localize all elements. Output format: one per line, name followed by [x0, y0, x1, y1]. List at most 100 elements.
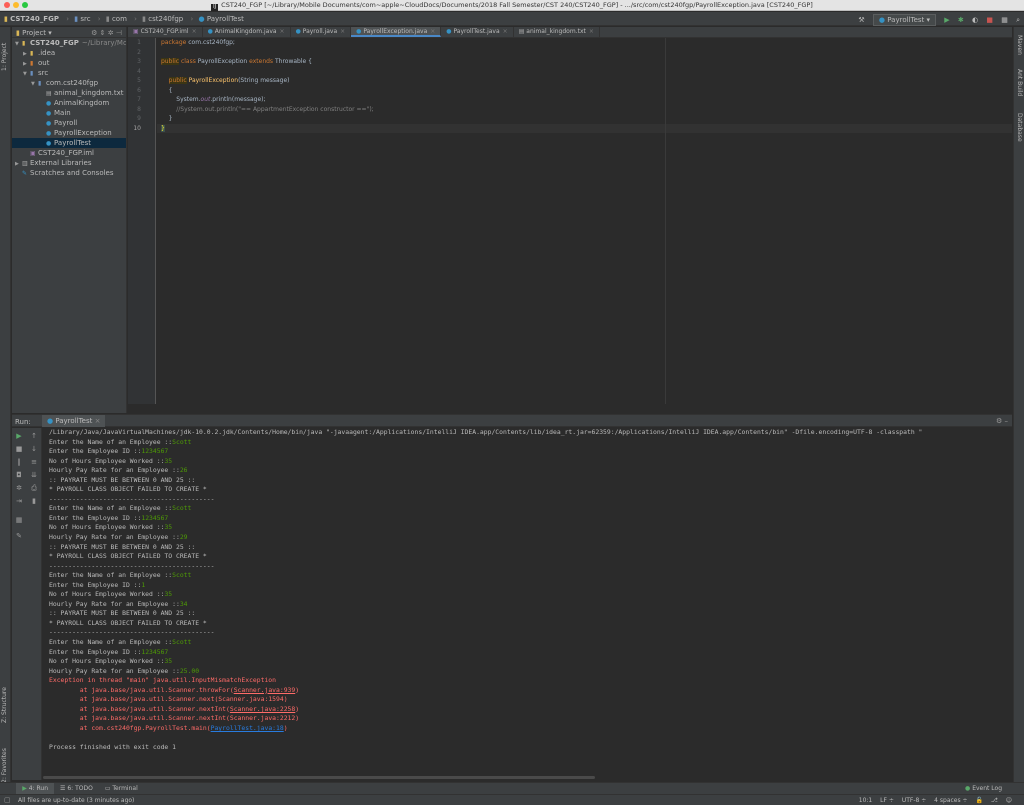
structure-tool-tab[interactable]: Z: Structure: [1, 683, 8, 723]
console-line: Hourly Pay Rate for an Employee ::34: [49, 599, 188, 608]
exit-icon[interactable]: ⇥: [14, 497, 24, 505]
editor-tab[interactable]: ● AnimalKingdom.java ×: [203, 27, 291, 37]
project-tree-item[interactable]: ▼ ▮ src: [12, 68, 126, 78]
editor-tab[interactable]: ▤ animal_kingdom.txt ×: [514, 27, 600, 37]
pin-icon[interactable]: ✎: [14, 532, 24, 540]
chevron-down-icon[interactable]: ▼: [31, 79, 38, 88]
indent-setting[interactable]: 4 spaces ÷: [934, 797, 967, 804]
rerun-icon[interactable]: ▶: [14, 432, 24, 440]
coverage-icon[interactable]: ◐: [972, 16, 978, 24]
run-console[interactable]: /Library/Java/JavaVirtualMachines/jdk-10…: [43, 428, 1012, 780]
close-icon[interactable]: ×: [430, 28, 435, 35]
project-tree-item[interactable]: ▶ ▮ out: [12, 58, 126, 68]
settings-icon[interactable]: ✲: [108, 29, 114, 37]
close-icon[interactable]: ×: [340, 28, 345, 35]
camera-icon[interactable]: ◘: [14, 471, 24, 479]
lock-icon[interactable]: 🔓: [975, 797, 982, 804]
editor-tab[interactable]: ● PayrollException.java ×: [351, 27, 442, 37]
line-number: 4: [137, 67, 141, 75]
chevron-right-icon: ›: [66, 15, 69, 23]
soft-wrap-icon[interactable]: ≡: [29, 458, 39, 466]
chevron-right-icon[interactable]: ▶: [15, 159, 22, 168]
build-hammer-icon[interactable]: ⚒: [858, 16, 864, 24]
console-horizontal-scrollbar[interactable]: [43, 776, 595, 779]
project-structure-icon[interactable]: ▦: [1001, 16, 1008, 24]
close-icon[interactable]: ×: [589, 28, 594, 35]
project-tree-item[interactable]: ● PayrollTest: [12, 138, 126, 148]
debug-icon[interactable]: ✱: [958, 16, 964, 24]
stack-trace-link[interactable]: Scanner.java:2258: [230, 705, 295, 713]
bottom-tab[interactable]: ▭ Terminal: [99, 783, 144, 794]
event-log-tab[interactable]: ● Event Log: [959, 783, 1008, 794]
project-tree-item[interactable]: ● PayrollException: [12, 128, 126, 138]
breadcrumb-com[interactable]: com: [112, 15, 127, 23]
editor-tab[interactable]: ● PayrollTest.java ×: [441, 27, 514, 37]
scroll-down-icon[interactable]: ↓: [29, 445, 39, 453]
chevron-right-icon[interactable]: ▶: [23, 59, 30, 68]
stack-trace-link[interactable]: PayrollTest.java:18: [211, 724, 284, 732]
gear-icon[interactable]: ⚙: [91, 29, 97, 37]
scroll-to-end-icon[interactable]: ⇊: [29, 471, 39, 479]
run-icon[interactable]: ▶: [944, 16, 949, 24]
settings-icon[interactable]: ✲: [14, 484, 24, 492]
caret-position[interactable]: 10:1: [859, 797, 872, 804]
project-tree-item[interactable]: ● Payroll: [12, 118, 126, 128]
project-tree-item[interactable]: ● AnimalKingdom: [12, 98, 126, 108]
close-icon[interactable]: ×: [503, 28, 508, 35]
project-view-select[interactable]: Project: [22, 29, 46, 37]
project-tree-item[interactable]: ▤ animal_kingdom.txt: [12, 88, 126, 98]
stop-icon[interactable]: ■: [14, 445, 24, 453]
close-icon[interactable]: ×: [192, 28, 197, 35]
tool-windows-icon[interactable]: ▢: [4, 796, 11, 804]
close-icon[interactable]: ×: [280, 28, 285, 35]
bottom-tab[interactable]: ▶ 4: Run: [16, 783, 55, 794]
breadcrumb-src[interactable]: src: [80, 15, 90, 23]
breadcrumb-project[interactable]: CST240_FGP: [10, 15, 59, 23]
favorites-tool-tab[interactable]: 2: Favorites: [1, 733, 8, 783]
chevron-down-icon[interactable]: ▾: [48, 29, 52, 37]
chevron-down-icon[interactable]: ▼: [15, 39, 22, 48]
stack-trace-link[interactable]: Scanner.java:939: [234, 686, 296, 694]
project-tree-item[interactable]: ✎ Scratches and Consoles: [12, 168, 126, 178]
stop-icon[interactable]: ■: [986, 16, 993, 24]
window-title: CST240_FGP [~/Library/Mobile Documents/c…: [221, 1, 813, 9]
layout-icon[interactable]: ▦: [14, 516, 24, 524]
editor-tab[interactable]: ● Payroll.java ×: [291, 27, 352, 37]
chevron-right-icon[interactable]: ▶: [23, 49, 30, 58]
maven-tool-tab[interactable]: Maven: [1016, 35, 1023, 55]
hide-icon[interactable]: ⊣: [116, 29, 122, 37]
trash-icon[interactable]: ▮: [29, 497, 39, 505]
gear-icon[interactable]: ⚙ –: [996, 417, 1008, 425]
project-panel: ▮ Project ▾ ⚙ ⇕ ✲ ⊣ ▼ ▮ CST240_FGP ~/Librar…: [12, 27, 127, 413]
run-tab-payrolltest[interactable]: ● PayrollTest ×: [42, 415, 106, 427]
bottom-tab-label: 6: TODO: [67, 785, 93, 792]
project-tree-item[interactable]: ▶ ▮ .idea: [12, 48, 126, 58]
run-configuration-select[interactable]: ● PayrollTest ▾: [872, 14, 937, 26]
scroll-up-icon[interactable]: ↑: [29, 432, 39, 440]
chevron-down-icon[interactable]: ▼: [23, 69, 30, 78]
database-tool-tab[interactable]: Database: [1016, 113, 1023, 142]
project-tree-item[interactable]: ● Main: [12, 108, 126, 118]
editor-tab-label: CST240_FGP.iml: [140, 28, 189, 35]
project-tree-item[interactable]: ▼ ▮ com.cst240fgp: [12, 78, 126, 88]
search-icon[interactable]: ⌕: [1016, 16, 1020, 25]
project-tree-item[interactable]: ▼▮ CST240_FGP~/Library/Mob: [12, 38, 126, 48]
close-icon[interactable]: ×: [95, 417, 101, 425]
project-tool-tab[interactable]: 1: Project: [1, 31, 8, 71]
project-tree-item[interactable]: ▣ CST240_FGP.iml: [12, 148, 126, 158]
file-encoding[interactable]: UTF-8 ÷: [902, 797, 926, 804]
code-editor[interactable]: package com.cst240fgp; public class Payr…: [157, 38, 1012, 404]
pause-icon[interactable]: ‖: [14, 458, 24, 466]
ant-build-tool-tab[interactable]: Ant Build: [1016, 69, 1023, 96]
inspector-icon[interactable]: ☺: [1006, 797, 1012, 804]
project-tree-item[interactable]: ▶ ▥ External Libraries: [12, 158, 126, 168]
breadcrumb-package[interactable]: cst240fgp: [148, 15, 183, 23]
collapse-icon[interactable]: ⇕: [100, 29, 106, 37]
line-separator[interactable]: LF ÷: [880, 797, 894, 804]
editor-tab[interactable]: ▣ CST240_FGP.iml ×: [128, 27, 203, 37]
print-icon[interactable]: ⎙: [29, 484, 39, 493]
breadcrumb-class[interactable]: PayrollTest: [207, 15, 244, 23]
bottom-tab[interactable]: ☰ 6: TODO: [54, 783, 99, 794]
status-message[interactable]: All files are up-to-date (3 minutes ago): [18, 797, 134, 804]
